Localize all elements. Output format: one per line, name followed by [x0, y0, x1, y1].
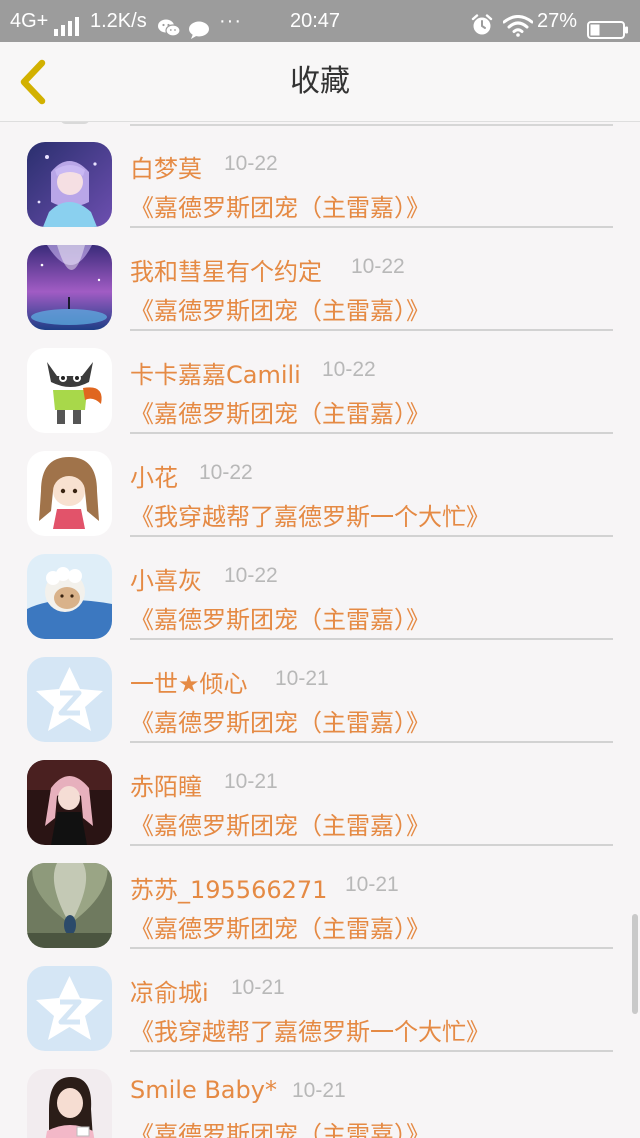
- favorite-date: 10-21: [224, 770, 278, 793]
- network-speed: 1.2K/s: [90, 10, 147, 32]
- avatar: [27, 142, 112, 227]
- user-name: 卡卡嘉嘉Camili: [130, 361, 301, 389]
- user-name: 凉俞城i: [130, 979, 209, 1007]
- status-bar: 4G+ 1.2K/s ··· 20:47 27%: [0, 0, 640, 42]
- book-title-link[interactable]: 《嘉德罗斯团宠（主雷嘉）》: [130, 909, 430, 944]
- avatar: [27, 554, 112, 639]
- navigation-bar: 收藏: [0, 42, 640, 122]
- book-title-link[interactable]: 《嘉德罗斯团宠（主雷嘉）》: [130, 1115, 430, 1138]
- list-item[interactable]: 苏苏_195566271 10-21 《嘉德罗斯团宠（主雷嘉）》: [0, 843, 640, 949]
- user-name: 一世★倾心: [130, 670, 248, 698]
- favorites-list[interactable]: 白梦莫 10-22 《嘉德罗斯团宠（主雷嘉）》 我和彗星有个约定 10-22 《…: [0, 122, 640, 1138]
- favorite-date: 10-22: [351, 255, 405, 278]
- page-title: 收藏: [290, 64, 350, 99]
- user-name: 小花: [130, 464, 178, 492]
- user-name: 白梦莫: [130, 155, 202, 183]
- list-item[interactable]: 白梦莫 10-22 《嘉德罗斯团宠（主雷嘉）》: [0, 122, 640, 228]
- book-title-link[interactable]: 《嘉德罗斯团宠（主雷嘉）》: [130, 600, 430, 635]
- user-name: Smile Baby*: [130, 1076, 277, 1104]
- avatar: [27, 245, 112, 330]
- book-title-link[interactable]: 《我穿越帮了嘉德罗斯一个大忙》: [130, 1012, 490, 1047]
- user-name: 赤陌瞳: [130, 773, 202, 801]
- avatar: [27, 966, 112, 1051]
- list-item[interactable]: 一世★倾心 10-21 《嘉德罗斯团宠（主雷嘉）》: [0, 637, 640, 743]
- favorite-date: 10-21: [292, 1079, 346, 1102]
- battery-percent: 27%: [537, 10, 578, 32]
- favorite-date: 10-21: [345, 873, 399, 896]
- list-item[interactable]: 卡卡嘉嘉Camili 10-22 《嘉德罗斯团宠（主雷嘉）》: [0, 328, 640, 434]
- avatar: [27, 657, 112, 742]
- favorite-date: 10-21: [275, 667, 329, 690]
- favorite-date: 10-22: [224, 564, 278, 587]
- favorite-date: 10-21: [231, 976, 285, 999]
- wechat-icon: [158, 11, 181, 37]
- battery-icon: [587, 12, 629, 39]
- network-type: 4G+: [10, 10, 49, 32]
- list-item[interactable]: 小花 10-22 《我穿越帮了嘉德罗斯一个大忙》: [0, 431, 640, 537]
- clock: 20:47: [290, 10, 341, 32]
- user-name: 小喜灰: [130, 567, 202, 595]
- list-item[interactable]: 小喜灰 10-22 《嘉德罗斯团宠（主雷嘉）》: [0, 534, 640, 640]
- user-name: 我和彗星有个约定: [130, 258, 322, 286]
- list-item[interactable]: Smile Baby* 10-21 《嘉德罗斯团宠（主雷嘉）》: [0, 1049, 640, 1138]
- avatar: [27, 348, 112, 433]
- book-title-link[interactable]: 《我穿越帮了嘉德罗斯一个大忙》: [130, 497, 490, 532]
- avatar: [27, 451, 112, 536]
- more-notifications: ···: [219, 10, 242, 32]
- book-title-link[interactable]: 《嘉德罗斯团宠（主雷嘉）》: [130, 806, 430, 841]
- book-title-link[interactable]: 《嘉德罗斯团宠（主雷嘉）》: [130, 188, 430, 223]
- favorite-date: 10-22: [322, 358, 376, 381]
- book-title-link[interactable]: 《嘉德罗斯团宠（主雷嘉）》: [130, 291, 430, 326]
- chat-bubble-icon: [188, 12, 210, 39]
- book-title-link[interactable]: 《嘉德罗斯团宠（主雷嘉）》: [130, 703, 430, 738]
- avatar: [27, 1069, 112, 1138]
- list-item[interactable]: 我和彗星有个约定 10-22 《嘉德罗斯团宠（主雷嘉）》: [0, 225, 640, 331]
- user-name: 苏苏_195566271: [130, 876, 328, 904]
- scrollbar[interactable]: [632, 914, 638, 1014]
- alarm-icon: [471, 9, 493, 35]
- wifi-icon: [502, 10, 534, 37]
- list-item[interactable]: 赤陌瞳 10-21 《嘉德罗斯团宠（主雷嘉）》: [0, 740, 640, 846]
- favorite-date: 10-22: [224, 152, 278, 175]
- list-item[interactable]: 凉俞城i 10-21 《我穿越帮了嘉德罗斯一个大忙》: [0, 946, 640, 1052]
- favorite-date: 10-22: [199, 461, 253, 484]
- avatar: [27, 760, 112, 845]
- book-title-link[interactable]: 《嘉德罗斯团宠（主雷嘉）》: [130, 394, 430, 429]
- signal-icon: [53, 10, 79, 36]
- avatar: [27, 863, 112, 948]
